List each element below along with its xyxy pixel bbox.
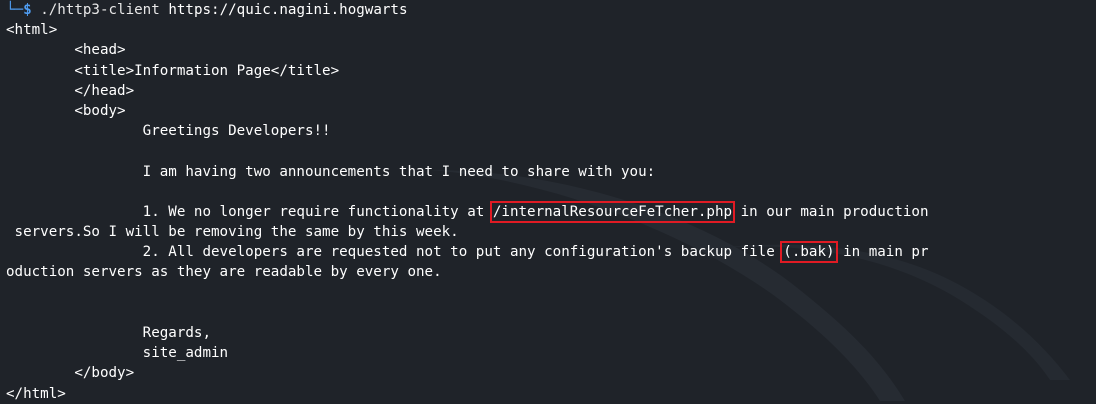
output-line-blank [6,283,1094,303]
command-text: ./http3-client [40,2,160,18]
item2-highlight-box: (.bak) [780,241,838,264]
output-line-item2: 2. All developers are requested not to p… [6,241,1094,264]
output-line-item1: 1. We no longer require functionality at… [6,200,1094,223]
output-line-html-open: <html> [6,22,58,39]
output-line-blank [6,141,1094,161]
prompt-corner-glyph: └─ [6,2,24,18]
output-line-item1-continued: servers.So I will be removing the same b… [6,224,459,241]
output-line-greeting: Greetings Developers!! [6,123,331,140]
output-line-signature: site_admin [6,345,229,362]
output-line-intro: I am having two announcements that I nee… [6,163,656,180]
output-line-title: <title>Information Page</title> [6,62,340,79]
output-line-blank [6,182,1094,202]
item2-prefix: 2. All developers are requested not to p… [6,244,784,261]
output-line-regards: Regards, [6,325,211,341]
output-line-body-close: </body> [6,365,135,382]
terminal-output[interactable]: └─$ ./http3-client https://quic.nagini.h… [6,0,1094,404]
item1-suffix: in our main production [732,203,929,220]
item1-highlight-box: /internalResourceFeTcher.php [489,200,736,223]
item2-suffix: in main pr [834,244,929,261]
output-line-body-open: <body> [6,102,126,119]
output-line-item2-continued: oduction servers as they are readable by… [6,264,442,281]
output-line-head-close: </head> [6,82,135,99]
prompt-line: └─$ ./http3-client https://quic.nagini.h… [6,0,1094,20]
command-argument: https://quic.nagini.hogwarts [168,2,408,18]
item1-prefix: 1. We no longer require functionality at [6,203,493,220]
output-line-head-open: <head> [6,42,126,59]
output-line-blank [6,303,1094,323]
prompt-dollar-symbol: $ [23,2,32,18]
